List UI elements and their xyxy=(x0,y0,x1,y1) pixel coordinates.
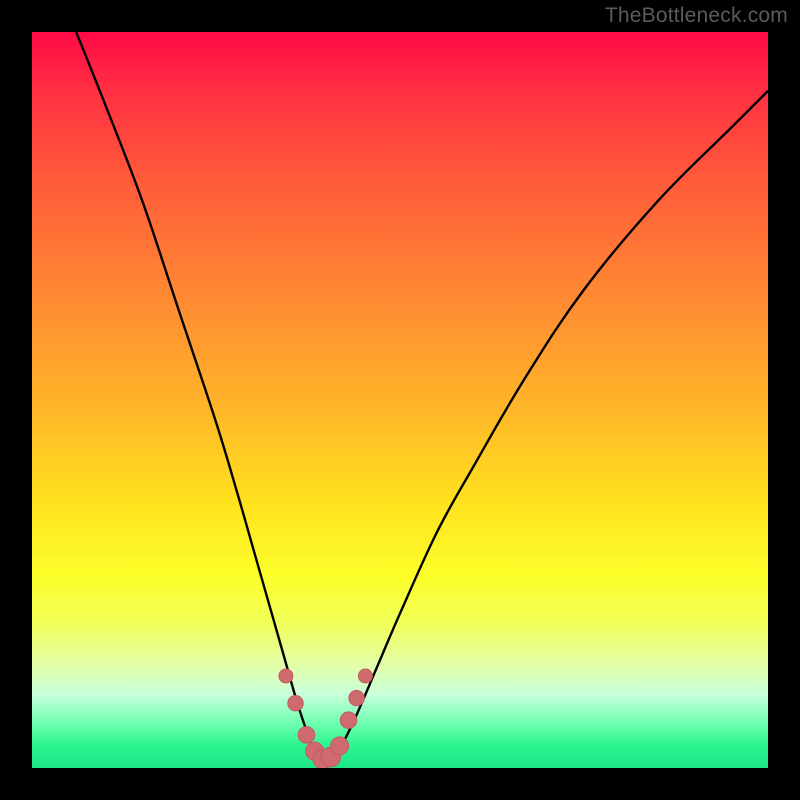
marker-dot xyxy=(288,696,303,711)
marker-dot xyxy=(340,712,357,729)
chart-container: TheBottleneck.com xyxy=(0,0,800,800)
curve-line xyxy=(76,32,768,761)
chart-svg xyxy=(32,32,768,768)
marker-dot xyxy=(331,737,349,755)
marker-dot xyxy=(358,669,372,683)
marker-dot xyxy=(279,669,293,683)
marker-dot xyxy=(298,727,315,744)
bottleneck-curve xyxy=(76,32,768,761)
watermark-text: TheBottleneck.com xyxy=(605,4,788,28)
marker-dot xyxy=(349,690,364,705)
plot-area xyxy=(32,32,768,768)
